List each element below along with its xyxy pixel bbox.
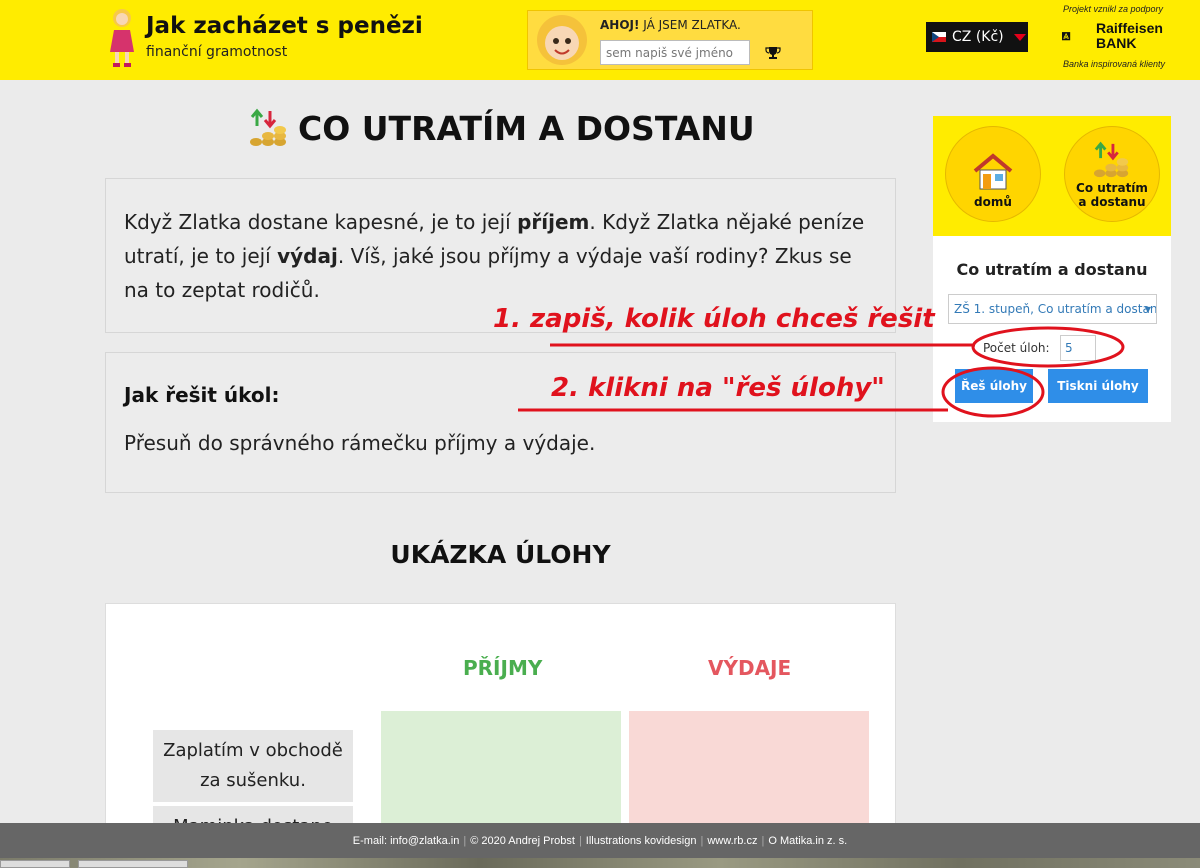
nav-home-label: domů	[974, 195, 1012, 209]
trophy-icon	[765, 46, 781, 59]
site-header: Jak zacházet s penězi finanční gramotnos…	[0, 0, 1200, 80]
keyword-expense: výdaj	[277, 244, 338, 268]
raiffeisen-logo-icon[interactable]	[1062, 22, 1092, 52]
nav-current-topic[interactable]: Co utratím a dostanu	[1064, 126, 1160, 222]
site-subtitle: finanční gramotnost	[146, 44, 288, 60]
income-dropzone[interactable]	[381, 711, 621, 836]
site-title[interactable]: Jak zacházet s penězi	[146, 13, 423, 39]
coins-arrows-icon	[1093, 141, 1129, 178]
footer-illustrator-link[interactable]: kovidesign	[645, 835, 697, 847]
czech-flag-icon	[932, 32, 946, 42]
language-label: CZ (Kč)	[952, 29, 1004, 45]
topic-select[interactable]: ZŠ 1. stupeň, Co utratím a dostanu ▼	[948, 294, 1157, 324]
greeting-box: AHOJ! JÁ JSEM ZLATKA.	[527, 10, 813, 70]
bank-name[interactable]: Raiffeisen BANK	[1096, 21, 1163, 51]
nav-current-label: Co utratím a dostanu	[1076, 181, 1148, 209]
coins-arrows-icon	[250, 108, 286, 146]
browser-tab	[0, 860, 70, 868]
sponsor-note: Projekt vznikl za podpory	[1063, 4, 1164, 14]
annotation-step1: 1. zapiš, kolik úloh chceš řešit	[493, 304, 935, 334]
footer-rb-link[interactable]: www.rb.cz	[707, 835, 757, 847]
task-count-input[interactable]	[1060, 335, 1096, 361]
annotation-step2: 2. klikni na "řeš úlohy"	[551, 373, 885, 403]
bank-tagline: Banka inspirovaná klienty	[1063, 59, 1166, 69]
howto-text: Přesuň do správného rámečku příjmy a výd…	[124, 431, 596, 455]
expense-dropzone[interactable]	[629, 711, 869, 836]
print-tasks-button[interactable]: Tiskni úlohy	[1048, 369, 1148, 403]
greeting-text: AHOJ! JÁ JSEM ZLATKA.	[600, 18, 741, 32]
footer-matika-link[interactable]: O Matika.in z. s.	[768, 835, 847, 847]
draggable-card[interactable]: Zaplatím v obchodě za sušenku.	[153, 730, 353, 802]
name-input[interactable]	[600, 40, 750, 65]
trophy-button[interactable]	[758, 40, 788, 65]
language-selector[interactable]: CZ (Kč)	[926, 22, 1028, 52]
nav-home[interactable]: domů	[945, 126, 1041, 222]
solve-tasks-button[interactable]: Řeš úlohy	[955, 369, 1033, 403]
caret-down-icon	[1013, 33, 1026, 41]
zlatka-logo-icon[interactable]	[104, 6, 140, 68]
zlatka-face-icon	[537, 15, 587, 65]
sample-title: UKÁZKA ÚLOHY	[390, 540, 611, 569]
expense-header: VÝDAJE	[708, 656, 792, 680]
page-title: CO UTRATÍM A DOSTANU	[298, 108, 755, 148]
settings-title: Co utratím a dostanu	[956, 260, 1148, 279]
browser-tab	[78, 860, 188, 868]
site-footer: E-mail: info@zlatka.in | © 2020 Andrej P…	[0, 823, 1200, 858]
dropdown-arrow-icon: ▼	[1144, 305, 1151, 314]
house-icon	[973, 153, 1013, 190]
footer-email-link[interactable]: info@zlatka.in	[390, 835, 459, 847]
footer-copyright[interactable]: © 2020 Andrej Probst	[470, 835, 575, 847]
keyword-income: příjem	[517, 210, 590, 234]
sample-task: PŘÍJMY VÝDAJE Zaplatím v obchodě za suše…	[105, 603, 896, 846]
income-header: PŘÍJMY	[463, 656, 543, 680]
sidebar-nav: domů Co utratím a dostanu	[933, 116, 1171, 236]
page-title-row: CO UTRATÍM A DOSTANU	[248, 104, 755, 152]
task-settings-panel: Co utratím a dostanu ZŠ 1. stupeň, Co ut…	[933, 236, 1171, 422]
task-count-label: Počet úloh:	[983, 341, 1050, 355]
